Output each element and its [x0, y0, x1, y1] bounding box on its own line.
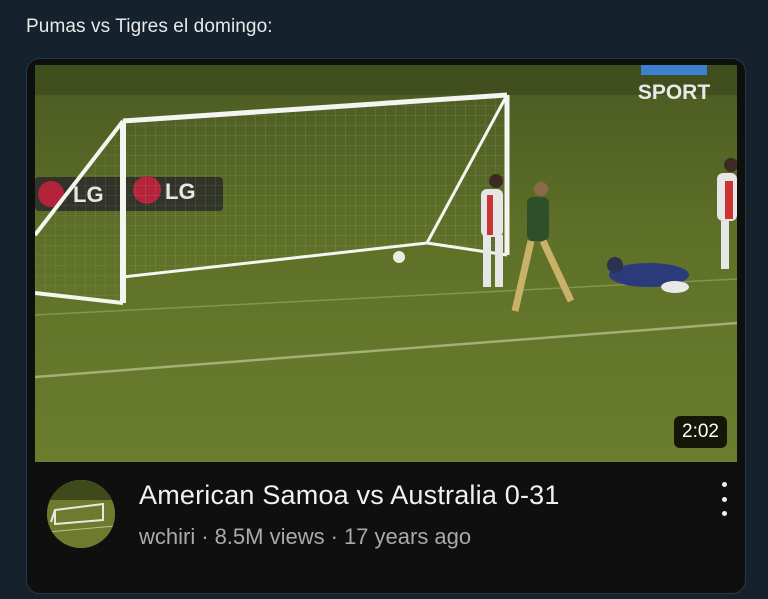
video-meta: American Samoa vs Australia 0-31 wchiri ·… [27, 462, 745, 593]
tweet-page: Pumas vs Tigres el domingo: SPORT 2:02 A… [0, 0, 768, 599]
separator-dot: · [201, 524, 209, 549]
vertical-ellipsis-icon[interactable] [717, 482, 731, 516]
duration-badge: 2:02 [674, 416, 727, 448]
soccer-goal-scene: LG LG [35, 65, 737, 462]
kebab-dot [721, 482, 727, 487]
separator-dot: · [330, 524, 338, 549]
upload-age: 17 years ago [343, 524, 472, 549]
tweet-text: Pumas vs Tigres el domingo: [26, 16, 273, 37]
video-card[interactable]: LG LG [26, 58, 746, 594]
kebab-dot [721, 511, 727, 516]
video-thumbnail[interactable]: LG LG [35, 65, 737, 462]
view-count: 8.5M views [214, 524, 325, 549]
kebab-dot [721, 496, 727, 502]
video-subline: wchiri · 8.5M views · 17 years ago [139, 524, 471, 550]
watermark-text: SPORT [638, 81, 711, 104]
avatar-goal-icon [47, 480, 115, 548]
video-title[interactable]: American Samoa vs Australia 0-31 [139, 480, 560, 511]
channel-avatar[interactable] [47, 480, 115, 548]
channel-watermark: SPORT [638, 65, 711, 104]
channel-name[interactable]: wchiri [139, 524, 195, 549]
